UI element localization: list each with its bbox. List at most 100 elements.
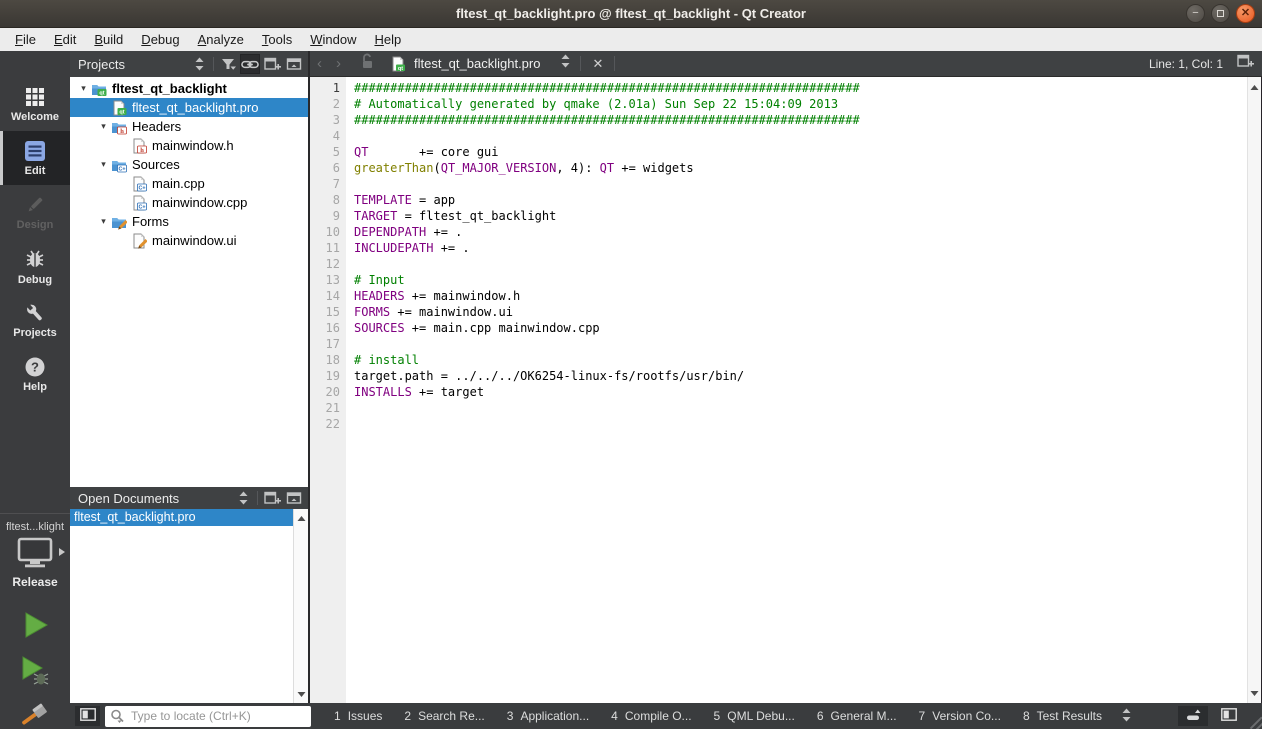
output-pane-test-results[interactable]: 8Test Results [1012,709,1113,723]
pane-arrows-icon[interactable] [1113,707,1140,726]
close-button[interactable]: ✕ [1236,4,1255,23]
expand-arrow-icon[interactable]: ▾ [96,159,111,170]
code-line: # Input [354,272,1247,288]
tree-item[interactable]: hmainwindow.h [70,136,308,155]
svg-text:C+: C+ [138,204,145,210]
scroll-down-icon[interactable] [1250,685,1259,701]
line-number: 1 [310,80,340,96]
menu-analyze[interactable]: Analyze [189,30,253,49]
code-line: target.path = ../../../OK6254-linux-fs/r… [354,368,1247,384]
output-pane-compile-o[interactable]: 4Compile O... [600,709,702,723]
mode-welcome[interactable]: Welcome [0,77,70,131]
pane-label: Search Re... [418,709,485,723]
tree-item[interactable]: ▾C+Sources [70,155,308,174]
close-document-icon[interactable]: ✕ [584,56,611,72]
mode-help[interactable]: ?Help [0,347,70,401]
collapse-icon[interactable] [284,488,304,508]
kit-config-label: Release [12,575,57,589]
qt-pro-doc-icon: qt [390,56,406,72]
tree-item-label: mainwindow.cpp [152,195,247,210]
mode-debug[interactable]: Debug [0,239,70,293]
line-number: 20 [310,384,340,400]
combo-arrows-icon[interactable] [189,54,209,74]
code-area[interactable]: ########################################… [346,77,1247,703]
locator-input[interactable] [129,708,306,724]
code-editor[interactable]: 12345678910111213141516171819202122 ####… [310,77,1262,703]
headers-folder-icon: h [111,119,127,135]
toggle-left-sidebar-button[interactable] [75,706,100,726]
mode-design: Design [0,185,70,239]
open-documents-title: Open Documents [70,491,179,506]
toggle-right-sidebar-button[interactable] [1216,706,1242,726]
line-number: 19 [310,368,340,384]
kit-monitor-icon[interactable] [15,537,55,573]
line-number: 3 [310,112,340,128]
code-line: SOURCES += main.cpp mainwindow.cpp [354,320,1247,336]
document-dropdown-icon[interactable] [554,53,577,74]
window-controls: − ✕ [1186,4,1255,23]
expand-arrow-icon[interactable]: ▾ [96,216,111,227]
mode-label: Projects [13,327,56,339]
link-icon[interactable] [240,54,260,74]
minimize-button[interactable]: − [1186,4,1205,23]
svg-text:qt: qt [99,90,104,96]
run-button[interactable] [19,609,51,646]
sources-folder-icon: C+ [111,157,127,173]
open-document-item[interactable]: fltest_qt_backlight.pro [70,509,293,526]
tree-item[interactable]: ▾hHeaders [70,117,308,136]
kit-selector[interactable]: fltest...klight Release [0,513,70,589]
line-number: 16 [310,320,340,336]
tree-item[interactable]: qtfltest_qt_backlight.pro [70,98,308,117]
output-pane-application[interactable]: 3Application... [496,709,600,723]
menu-help[interactable]: Help [365,30,410,49]
output-pane-search-re[interactable]: 2Search Re... [393,709,495,723]
output-pane-general-m[interactable]: 6General M... [806,709,908,723]
tree-item[interactable]: C+ mainwindow.cpp [70,193,308,212]
locator-box[interactable] [105,706,311,727]
menu-tools[interactable]: Tools [253,30,301,49]
maximize-button[interactable] [1211,4,1230,23]
build-button[interactable] [17,699,53,729]
menu-debug[interactable]: Debug [132,30,188,49]
split-new-icon[interactable] [262,54,282,74]
maximize-output-pane-button[interactable] [1178,706,1208,726]
run-debug-button[interactable] [18,654,52,691]
split-editor-icon[interactable] [1237,53,1254,74]
filter-icon[interactable] [218,54,238,74]
expand-arrow-icon[interactable]: ▾ [96,121,111,132]
menu-edit[interactable]: Edit [45,30,85,49]
open-documents-scrollbar[interactable] [293,509,308,703]
output-pane-issues[interactable]: 1Issues [323,709,393,723]
back-icon[interactable]: ‹ [310,55,329,72]
welcome-grid-icon [24,86,46,108]
resize-grip[interactable] [1246,703,1262,729]
collapse-icon[interactable] [284,54,304,74]
open-documents-list: fltest_qt_backlight.pro [70,509,308,703]
forward-icon[interactable]: › [329,55,348,72]
split-new-icon[interactable] [262,488,282,508]
expand-arrow-icon[interactable]: ▾ [76,83,91,94]
tree-item[interactable]: mainwindow.ui [70,231,308,250]
mode-sidebar: WelcomeEditDesignDebug Projects ?Help flte… [0,51,70,729]
mode-projects[interactable]: Projects [0,293,70,347]
open-file-name[interactable]: fltest_qt_backlight.pro [414,56,540,71]
scroll-down-icon[interactable] [297,687,306,701]
pane-label: QML Debu... [727,709,795,723]
menu-build[interactable]: Build [85,30,132,49]
menu-window[interactable]: Window [301,30,365,49]
output-pane-version-co[interactable]: 7Version Co... [908,709,1012,723]
tree-item[interactable]: ▾qtfltest_qt_backlight [70,79,308,98]
tree-item[interactable]: ▾Forms [70,212,308,231]
editor-scrollbar[interactable] [1247,77,1262,703]
scroll-up-icon[interactable] [297,511,306,525]
tree-item[interactable]: C+main.cpp [70,174,308,193]
output-pane-qml-debu[interactable]: 5QML Debu... [703,709,806,723]
pane-number: 3 [507,709,514,723]
statusbar: 1Issues2Search Re...3Application...4Comp… [70,703,1262,729]
menu-file[interactable]: File [6,30,45,49]
mode-edit[interactable]: Edit [0,131,70,185]
svg-text:qt: qt [119,109,124,115]
combo-arrows-icon[interactable] [233,488,253,508]
scroll-up-icon[interactable] [1250,79,1259,95]
code-line [354,416,1247,432]
